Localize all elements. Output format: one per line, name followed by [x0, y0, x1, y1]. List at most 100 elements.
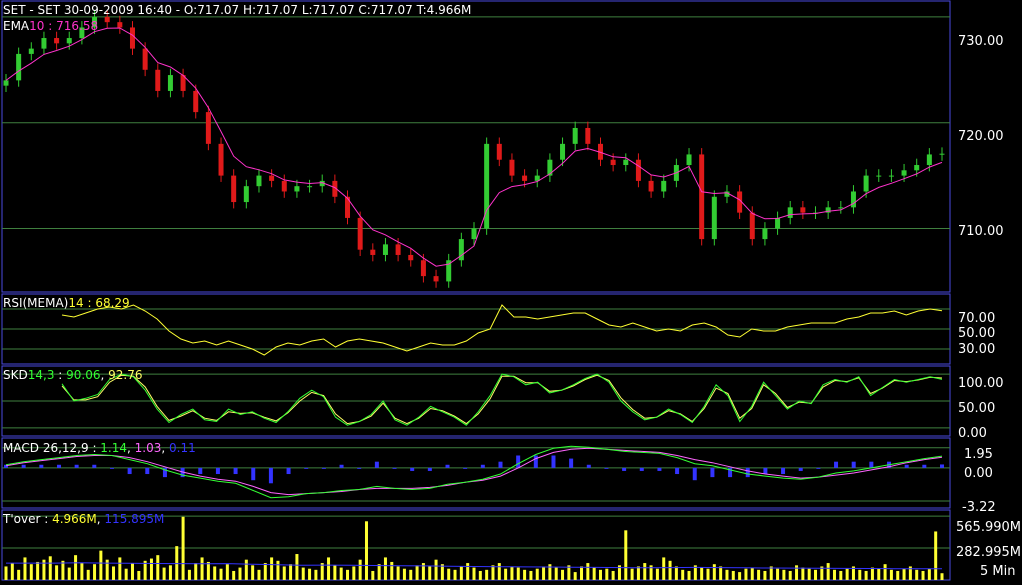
- macd-histogram-bar: [639, 467, 644, 471]
- macd-legend-hist: 0.11: [169, 441, 196, 455]
- macd-legend-param: 26,12,9: [42, 441, 89, 455]
- volume-bar: [225, 564, 229, 580]
- macd-histogram-bar: [675, 467, 680, 475]
- candle-up: [888, 175, 894, 177]
- chart-svg: [1, 0, 951, 581]
- macd-histogram-bar: [74, 464, 79, 468]
- candle-down: [610, 159, 616, 166]
- volume-bar: [466, 563, 470, 580]
- candle-up: [572, 127, 578, 144]
- volume-bar: [428, 566, 432, 580]
- macd-histogram-bar: [551, 455, 556, 468]
- volume-bar: [611, 570, 615, 580]
- candle-down: [648, 180, 654, 192]
- volume-bar: [314, 569, 318, 580]
- candle-up: [243, 186, 249, 203]
- macd-histogram-bar: [374, 461, 379, 468]
- macd-histogram-bar: [56, 464, 61, 468]
- candle-up: [16, 53, 22, 81]
- macd-histogram-bar: [586, 464, 591, 468]
- volume-bar: [346, 569, 350, 580]
- skd-legend-d: 92.76: [108, 368, 143, 382]
- volume-bar: [807, 568, 811, 580]
- volume-bar: [289, 564, 293, 580]
- volume-bar: [175, 546, 179, 580]
- volume-bar: [795, 565, 799, 580]
- price-tick-label: 730.00: [958, 34, 1004, 49]
- ema-legend-label: EMA: [3, 19, 30, 33]
- chart-stage: SET - SET 30-09-2009 16:40 - O:717.07 H:…: [0, 0, 1022, 581]
- volume-bar: [327, 557, 331, 580]
- candle-down: [218, 143, 224, 176]
- volume-bar: [706, 568, 710, 580]
- candle-down: [370, 249, 376, 255]
- ema-legend: EMA10 : 716.58: [3, 19, 99, 33]
- skd-d-line: [61, 374, 943, 425]
- volume-bar: [358, 559, 362, 580]
- volume-bar: [719, 566, 723, 580]
- volume-bar: [377, 564, 381, 580]
- skd-legend-param: 14,3: [27, 368, 55, 382]
- volume-bar: [870, 567, 874, 580]
- volume-bar: [364, 521, 368, 580]
- rsi-tick-label: 30.00: [958, 342, 996, 357]
- macd-histogram-bar: [763, 467, 768, 475]
- macd-histogram-bar: [445, 464, 450, 468]
- volume-bar: [282, 566, 286, 580]
- volume-bar: [580, 566, 584, 580]
- volume-bar: [55, 565, 59, 580]
- volume-bar: [915, 569, 919, 580]
- candle-up: [926, 154, 932, 166]
- candle-up: [3, 80, 9, 86]
- volume-bar: [371, 570, 375, 580]
- macd-histogram-bar: [781, 467, 786, 475]
- volume-bar: [124, 568, 128, 580]
- volume-bar: [232, 570, 236, 580]
- macd-histogram-bar: [516, 455, 521, 468]
- macd-legend-signal: 1.03: [134, 441, 162, 455]
- volume-bar: [308, 568, 312, 580]
- volume-bar: [10, 563, 14, 580]
- volume-bar: [270, 557, 274, 580]
- volume-bar: [858, 569, 862, 580]
- volume-bar: [573, 572, 577, 580]
- candle-down: [585, 127, 591, 144]
- macd-histogram-bar: [215, 467, 220, 475]
- volume-bar: [763, 570, 767, 580]
- candle-up: [711, 196, 717, 240]
- skd-tick-label: 50.00: [958, 401, 996, 416]
- volume-bar: [731, 570, 735, 580]
- volume-bar: [130, 563, 134, 580]
- volume-legend: T'over : 4.966M, 115.895M: [3, 512, 165, 526]
- macd-histogram-bar: [410, 467, 415, 471]
- candle-down: [420, 260, 426, 277]
- volume-bar: [238, 567, 242, 580]
- volume-bar: [491, 565, 495, 580]
- volume-legend-ma: 115.895M: [104, 512, 165, 526]
- volume-bar: [750, 567, 754, 580]
- volume-bar: [396, 566, 400, 580]
- candle-up: [167, 75, 173, 91]
- skd-tick-label: 0.00: [958, 426, 987, 441]
- volume-bar: [712, 564, 716, 580]
- macd-histogram-bar: [657, 467, 662, 471]
- volume-bar: [251, 565, 255, 580]
- rsi-legend-label: RSI(MEMA): [3, 296, 69, 310]
- volume-bar: [295, 554, 299, 580]
- volume-tick-label: 565.990M: [956, 520, 1021, 535]
- volume-bar: [156, 555, 160, 580]
- candle-up: [901, 170, 907, 176]
- volume-bar: [510, 566, 514, 580]
- volume-bar: [687, 570, 691, 580]
- volume-bar: [889, 569, 893, 580]
- macd-histogram-bar: [268, 467, 273, 484]
- ema-legend-value: 716.58: [56, 19, 99, 33]
- volume-bar: [630, 568, 634, 580]
- price-pane-frame: [1, 0, 951, 293]
- candle-up: [838, 207, 844, 209]
- macd-histogram-bar: [145, 467, 150, 475]
- candle-down: [635, 159, 641, 181]
- skd-tick-label: 100.00: [958, 376, 1004, 391]
- volume-bar: [864, 570, 868, 580]
- volume-bar: [921, 570, 925, 580]
